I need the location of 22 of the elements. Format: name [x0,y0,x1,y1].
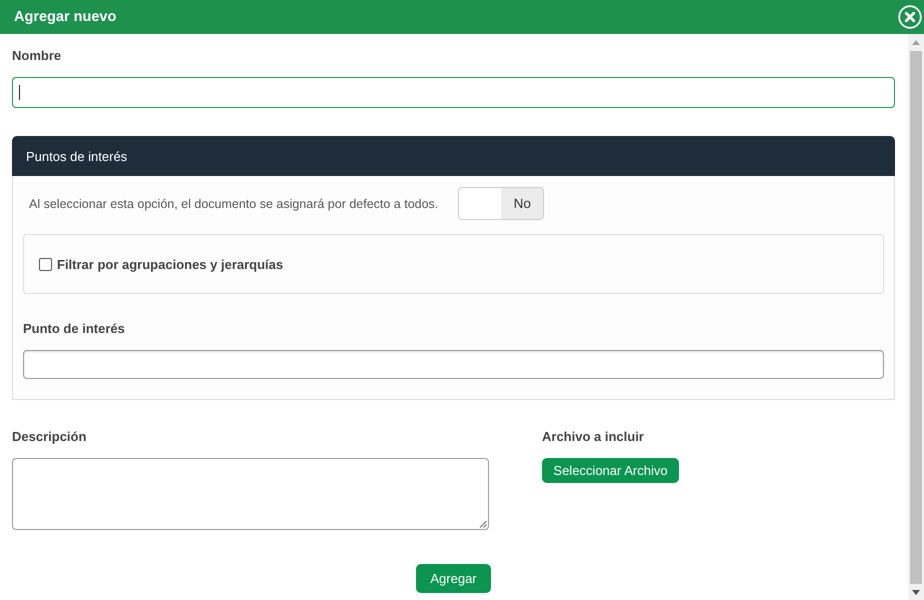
toggle-switch[interactable]: No [458,187,544,220]
checkbox-label[interactable]: Filtrar por agrupaciones y jerarquías [57,256,284,272]
select-file-button[interactable]: Seleccionar Archivo [542,458,679,483]
name-input[interactable] [12,77,895,108]
panel-title: Puntos de interés [26,148,128,164]
scroll-down-icon[interactable] [912,590,920,595]
dialog-title: Agregar nuevo [14,9,116,25]
checkbox[interactable] [39,258,52,270]
scroll-up-icon[interactable] [912,40,920,45]
submit-button[interactable]: Agregar [416,564,491,593]
text-cursor [19,85,20,100]
field-label: Archivo a incluir [542,428,645,446]
scrollbar[interactable] [908,34,924,600]
field-label: Descripción [12,428,88,446]
field-label: Nombre [12,47,62,65]
close-icon[interactable] [898,5,922,29]
scrollbar-thumb[interactable] [910,51,922,584]
resize-grip-icon[interactable] [479,520,487,528]
field-label: Punto de interés [23,320,126,338]
option-description: Al seleccionar esta opción, el documento se asignará por defecto a todos. [29,196,438,210]
point-input[interactable] [23,350,884,379]
description-textarea[interactable] [12,458,489,530]
